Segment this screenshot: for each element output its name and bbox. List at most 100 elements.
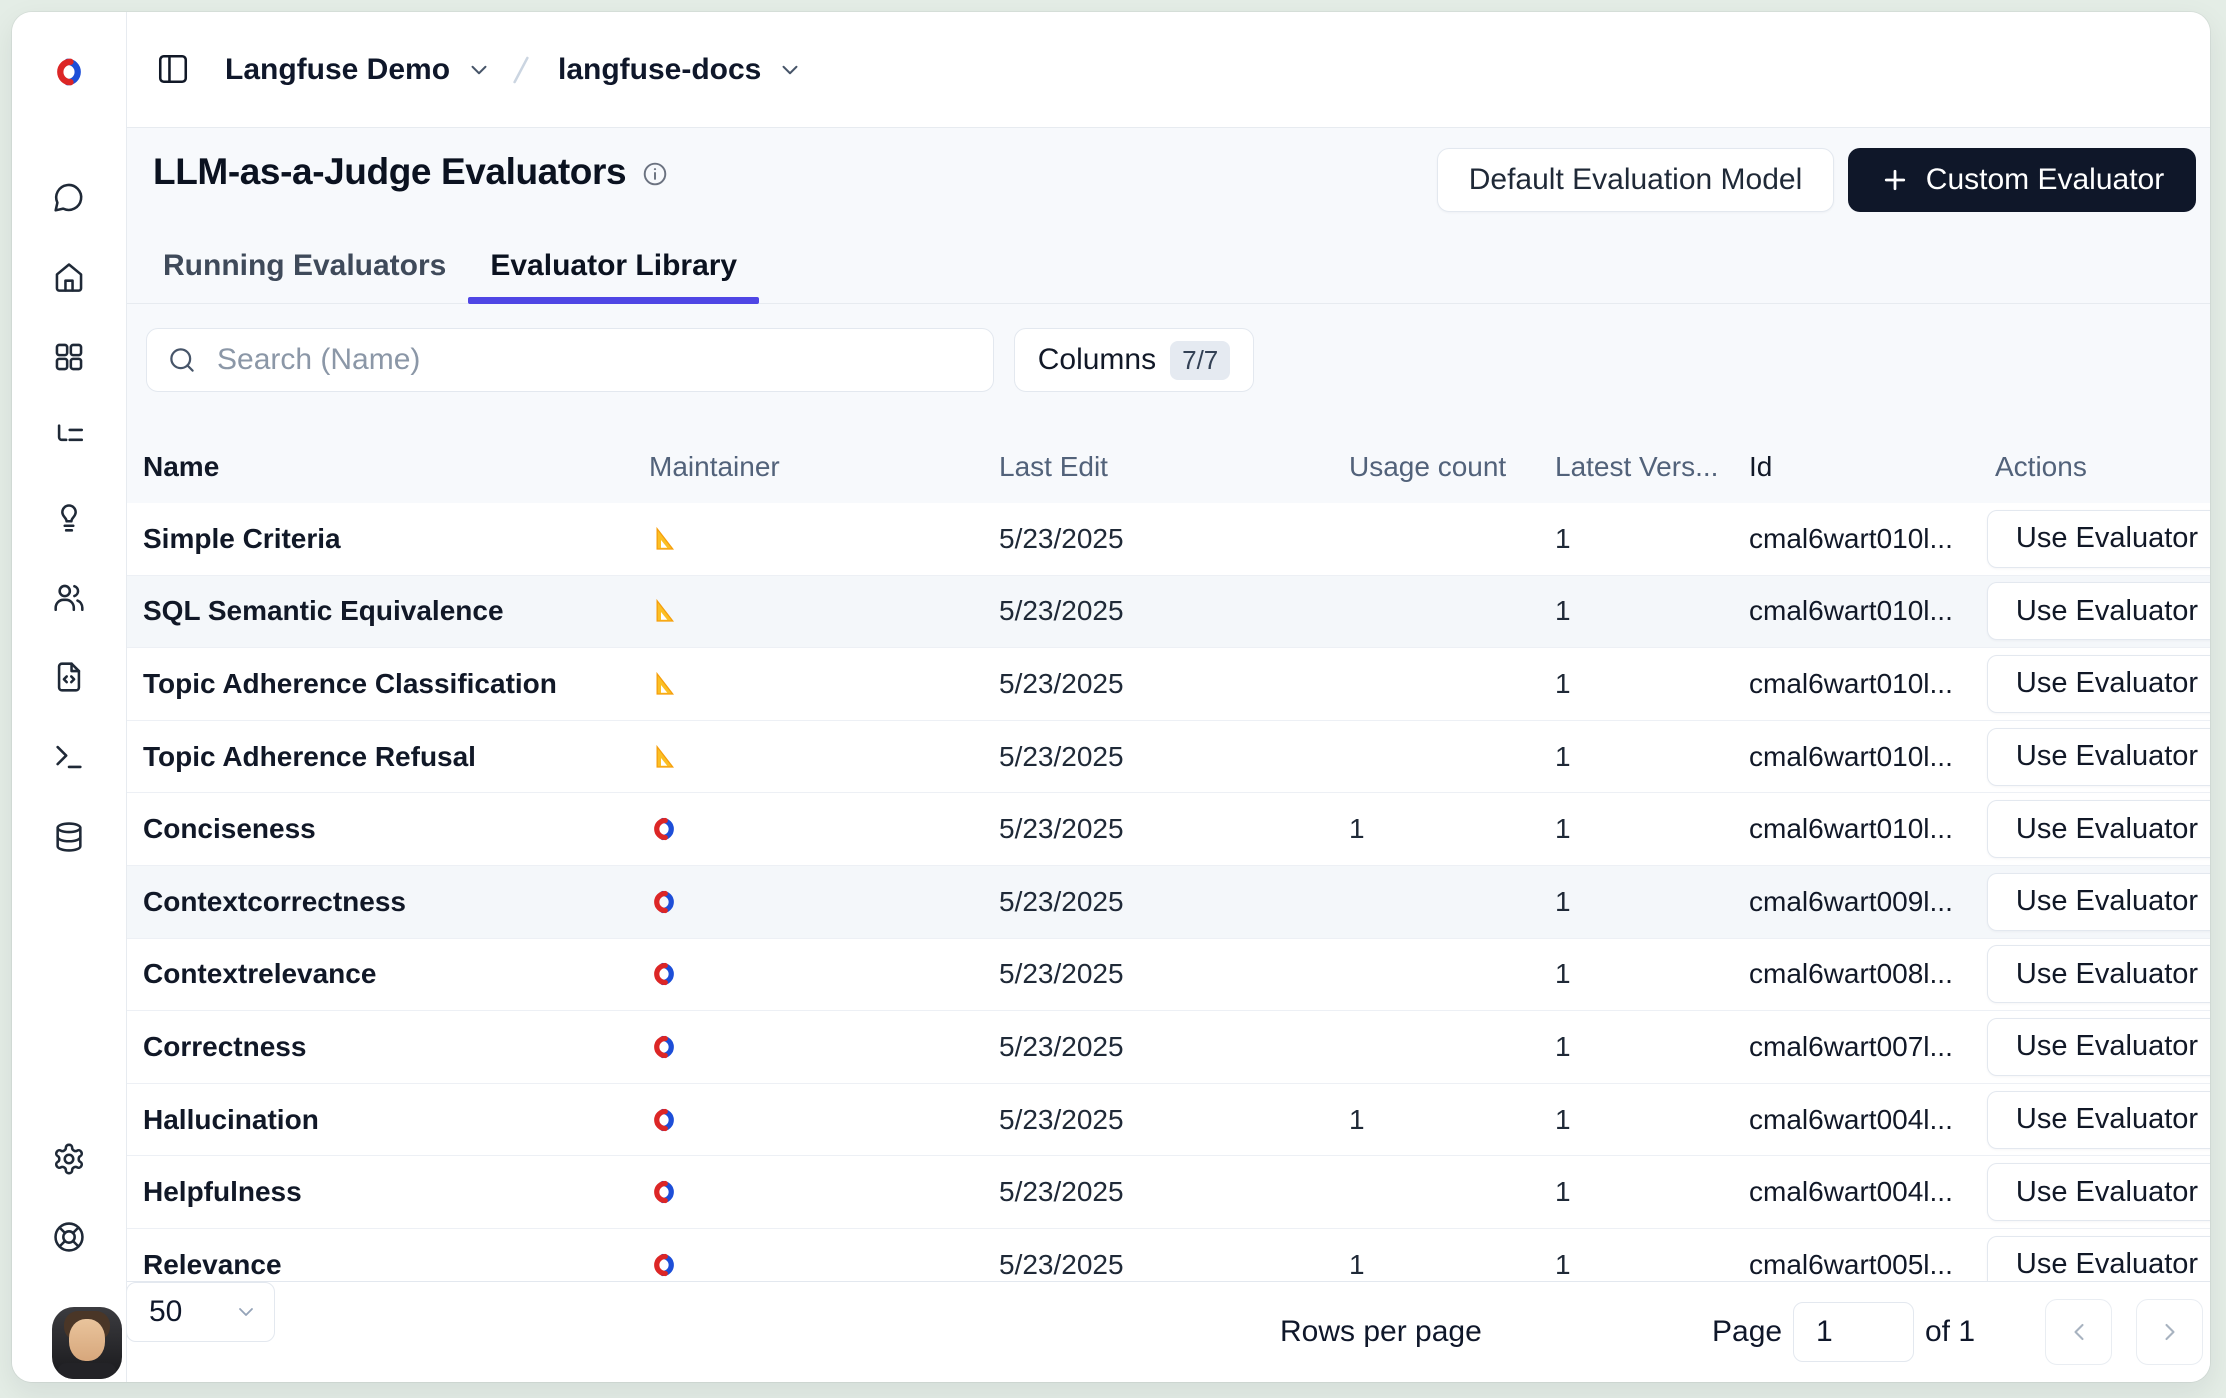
info-icon[interactable] <box>642 161 668 187</box>
langfuse-icon <box>649 1011 679 1083</box>
avatar-shirt <box>58 1363 116 1379</box>
column-header-name[interactable]: Name <box>143 430 219 503</box>
table-row[interactable]: Topic Adherence Refusal5/23/20251cmal6wa… <box>126 721 2210 794</box>
evaluator-name: Contextrelevance <box>143 939 376 1011</box>
sidebar-item-support support-icon[interactable] <box>52 1220 86 1254</box>
app-window: Langfuse Demo langfuse-docs <box>12 12 2210 1382</box>
table-body: Simple Criteria 5/23/2025 1 cmal6wart010l..… <box>126 503 2210 1282</box>
langfuse-icon <box>649 866 679 938</box>
last-edit-date: 5/23/2025 <box>999 1084 1124 1156</box>
breadcrumb-organization[interactable]: Langfuse Demo <box>225 12 492 127</box>
use-evaluator-button[interactable]: Use Evaluator <box>1987 655 2210 713</box>
tab-evaluator-library[interactable]: Evaluator Library <box>468 229 759 303</box>
user-avatar[interactable] <box>52 1307 122 1379</box>
breadcrumb-organization-label: Langfuse Demo <box>225 53 450 87</box>
search-input[interactable] <box>215 342 919 378</box>
table-row[interactable]: Conciseness5/23/202511cmal6wart010l...Us… <box>126 793 2210 866</box>
latest-version: 1 <box>1555 1229 1571 1282</box>
actions-cell: Use Evaluator <box>1987 1084 2210 1156</box>
evaluator-name: Conciseness <box>143 793 316 865</box>
use-evaluator-button[interactable]: Use Evaluator <box>1987 1018 2210 1076</box>
column-header-maintainer[interactable]: Maintainer <box>649 430 780 503</box>
sidebar-item-ask-ai ask-ai-icon[interactable] <box>52 180 86 214</box>
latest-version: 1 <box>1555 793 1571 865</box>
use-evaluator-button[interactable]: Use Evaluator <box>1987 800 2210 858</box>
table-row[interactable]: Correctness5/23/20251cmal6wart007l...Use… <box>126 1011 2210 1084</box>
evaluator-name: Relevance <box>143 1229 282 1282</box>
sidebar-item-evaluation evaluation-icon[interactable] <box>52 660 86 694</box>
column-header-usage-count[interactable]: Usage count <box>1349 430 1506 503</box>
table-row[interactable]: Simple Criteria5/23/20251cmal6wart010l..… <box>126 503 2210 576</box>
actions-cell: Use Evaluator <box>1987 648 2210 720</box>
table-row[interactable]: SQL Semantic Equivalence5/23/20251cmal6w… <box>126 576 2210 649</box>
sidebar-item-dashboards dashboards-icon[interactable] <box>52 340 86 374</box>
previous-page-button[interactable] <box>2045 1299 2112 1365</box>
table-row[interactable]: Topic Adherence Classification5/23/20251… <box>126 648 2210 721</box>
evaluator-id: cmal6wart004l... <box>1749 1084 1953 1156</box>
table-row[interactable]: Helpfulness5/23/20251cmal6wart004l...Use… <box>126 1156 2210 1229</box>
sidebar-toggle-icon[interactable] <box>156 52 190 86</box>
evaluator-name: Helpfulness <box>143 1156 302 1228</box>
columns-count-badge: 7/7 <box>1170 341 1230 380</box>
table-row[interactable]: Relevance5/23/202511cmal6wart005l...Use … <box>126 1229 2210 1282</box>
use-evaluator-button[interactable]: Use Evaluator <box>1987 582 2210 640</box>
actions-cell: Use Evaluator <box>1987 1229 2210 1282</box>
use-evaluator-button[interactable]: Use Evaluator <box>1987 1236 2210 1282</box>
sidebar-item-tracing tracing-icon[interactable] <box>52 420 86 454</box>
sidebar-item-home home-icon[interactable] <box>52 260 86 294</box>
last-edit-date: 5/23/2025 <box>999 793 1124 865</box>
langfuse-icon <box>649 1156 679 1228</box>
column-header-last-edit[interactable]: Last Edit <box>999 430 1108 503</box>
evaluator-id: cmal6wart009l... <box>1749 866 1953 938</box>
latest-version: 1 <box>1555 648 1571 720</box>
next-page-button[interactable] <box>2136 1299 2203 1365</box>
use-evaluator-button[interactable]: Use Evaluator <box>1987 728 2210 786</box>
last-edit-date: 5/23/2025 <box>999 866 1124 938</box>
evaluator-name: Topic Adherence Refusal <box>143 721 476 793</box>
page-label: Page <box>1712 1282 1782 1382</box>
langfuse-logo-icon[interactable] <box>51 54 87 90</box>
last-edit-date: 5/23/2025 <box>999 721 1124 793</box>
sidebar-item-settings settings-icon[interactable] <box>52 1142 86 1176</box>
latest-version: 1 <box>1555 866 1571 938</box>
last-edit-date: 5/23/2025 <box>999 939 1124 1011</box>
rows-per-page-select[interactable]: 50 <box>126 1282 275 1342</box>
rows-per-page-label: Rows per page <box>1280 1282 1482 1382</box>
latest-version: 1 <box>1555 1084 1571 1156</box>
latest-version: 1 <box>1555 1156 1571 1228</box>
page-number-input[interactable] <box>1793 1302 1914 1362</box>
evaluator-id: cmal6wart008l... <box>1749 939 1953 1011</box>
evaluator-name: Simple Criteria <box>143 503 341 575</box>
breadcrumb-project[interactable]: langfuse-docs <box>558 12 803 127</box>
table-row[interactable]: Hallucination5/23/202511cmal6wart004l...… <box>126 1084 2210 1157</box>
evaluator-name: Topic Adherence Classification <box>143 648 557 720</box>
sidebar-item-datasets datasets-icon[interactable] <box>52 820 86 854</box>
evaluator-id: cmal6wart005l... <box>1749 1229 1953 1282</box>
actions-cell: Use Evaluator <box>1987 939 2210 1011</box>
table-row[interactable]: Contextrelevance5/23/20251cmal6wart008l.… <box>126 939 2210 1012</box>
use-evaluator-button[interactable]: Use Evaluator <box>1987 510 2210 568</box>
sidebar-item-playground playground-icon[interactable] <box>52 740 86 774</box>
ragas-icon <box>649 576 679 648</box>
page-title-block: LLM-as-a-Judge Evaluators <box>153 151 668 193</box>
use-evaluator-button[interactable]: Use Evaluator <box>1987 945 2210 1003</box>
columns-button[interactable]: Columns 7/7 <box>1014 328 1254 392</box>
sidebar-item-prompts prompts-icon[interactable] <box>52 500 86 534</box>
actions-cell: Use Evaluator <box>1987 576 2210 648</box>
column-header-latest-version[interactable]: Latest Vers... <box>1555 430 1718 503</box>
evaluator-id: cmal6wart010l... <box>1749 503 1953 575</box>
column-header-id[interactable]: Id <box>1749 430 1772 503</box>
sidebar-item-users users-icon[interactable] <box>52 580 86 614</box>
page-title: LLM-as-a-Judge Evaluators <box>153 151 626 193</box>
actions-cell: Use Evaluator <box>1987 793 2210 865</box>
default-evaluation-model-button[interactable]: Default Evaluation Model <box>1437 148 1834 212</box>
tab-running-evaluators[interactable]: Running Evaluators <box>141 229 468 303</box>
use-evaluator-button[interactable]: Use Evaluator <box>1987 873 2210 931</box>
custom-evaluator-button[interactable]: Custom Evaluator <box>1848 148 2196 212</box>
latest-version: 1 <box>1555 721 1571 793</box>
use-evaluator-button[interactable]: Use Evaluator <box>1987 1163 2210 1221</box>
table-row[interactable]: Contextcorrectness5/23/20251cmal6wart009… <box>126 866 2210 939</box>
table-footer: Rows per page 50 Page of 1 <box>126 1281 2210 1382</box>
latest-version: 1 <box>1555 576 1571 648</box>
use-evaluator-button[interactable]: Use Evaluator <box>1987 1091 2210 1149</box>
